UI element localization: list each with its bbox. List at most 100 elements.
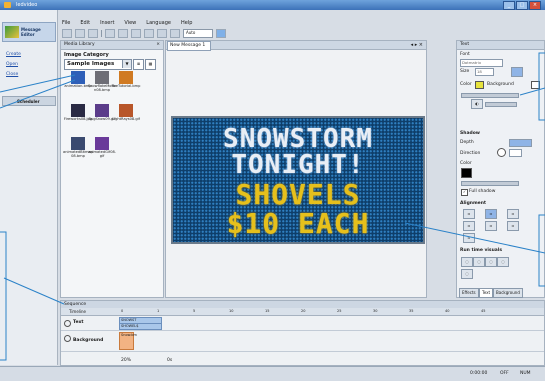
timeline-row-text[interactable]: Text SNOWST SHOWEL$ xyxy=(61,316,544,331)
grid-view-button[interactable]: ▦ xyxy=(145,59,156,70)
thumbnail-caption: animatedGif08.gif xyxy=(88,150,116,158)
sign-line-4: $10 EACH xyxy=(226,207,370,240)
thumbnail-image xyxy=(71,104,85,117)
scheduler-nav-button[interactable]: Scheduler xyxy=(2,96,56,106)
media-library-close-icon[interactable]: × xyxy=(156,41,160,49)
thumbnail-image xyxy=(71,137,85,150)
status-time: 0:00:00 xyxy=(470,371,488,376)
status-caps: OFF xyxy=(500,371,509,376)
text-color-swatch[interactable] xyxy=(475,81,484,89)
visibility-icon[interactable] xyxy=(64,335,71,342)
thumbnail-image xyxy=(95,104,109,117)
image-category-select[interactable]: Sample Images ▼ xyxy=(64,59,132,70)
sequence-timeline-panel: Sequence Timeline 0 1 5 10 15 20 25 30 35 40 45 Te… xyxy=(60,300,545,366)
align-top-left-button[interactable]: ▫ xyxy=(463,209,475,219)
thumbnail-caption: LightRays08.gif xyxy=(112,117,140,121)
opacity-slider[interactable] xyxy=(461,93,519,98)
media-library-header: Media Library × xyxy=(61,41,163,50)
cut-icon[interactable] xyxy=(131,28,141,38)
tab-text[interactable]: Text xyxy=(479,288,494,298)
timeline-row-background[interactable]: Background Snow.bm xyxy=(61,331,544,352)
runtime-visual-5-button[interactable]: ◌ xyxy=(461,269,473,279)
align-icon[interactable]: ◐ xyxy=(471,99,483,109)
media-thumbnail[interactable]: FireTutorial.bmp xyxy=(111,71,141,101)
row-text-label: Text xyxy=(73,320,84,325)
zoom-select[interactable]: Auto xyxy=(183,28,213,38)
menu-edit[interactable]: Edit xyxy=(80,20,90,26)
ruler-tick-label: 40 xyxy=(445,309,450,313)
font-select[interactable]: Dotmatrix xyxy=(460,59,503,67)
close-link[interactable]: Close xyxy=(6,72,18,77)
close-button[interactable]: × xyxy=(529,1,541,10)
timeline-zoom[interactable]: 20% xyxy=(121,358,131,363)
save-icon[interactable] xyxy=(88,28,98,38)
runtime-visual-3-button[interactable]: ◌ xyxy=(485,257,497,267)
background-color-swatch[interactable] xyxy=(531,81,540,89)
maximize-button[interactable]: □ xyxy=(516,1,528,10)
full-shadow-checkbox[interactable]: ✓ xyxy=(461,189,468,196)
spacing-slider[interactable] xyxy=(485,102,517,107)
align-bottom-left-button[interactable]: ▫ xyxy=(463,233,475,243)
clip-background[interactable]: Snow.bm xyxy=(119,332,137,350)
ruler-tick-label: 20 xyxy=(301,309,306,313)
new-icon[interactable] xyxy=(62,28,72,38)
timeline-ruler[interactable]: Timeline 0 1 5 10 15 20 25 30 35 40 45 xyxy=(61,308,544,316)
direction-field[interactable] xyxy=(509,149,522,157)
image-category-value: Sample Images xyxy=(67,61,115,67)
align-middle-right-button[interactable]: ▫ xyxy=(507,221,519,231)
media-thumbnail[interactable]: LightRays08.gif xyxy=(111,104,141,134)
runtime-visual-2-button[interactable]: ◌ xyxy=(473,257,485,267)
menu-file[interactable]: File xyxy=(62,20,70,26)
align-middle-center-button[interactable]: ▫ xyxy=(485,221,497,231)
menu-insert[interactable]: Insert xyxy=(100,20,114,26)
align-top-right-button[interactable]: ▫ xyxy=(507,209,519,219)
shadow-color-label: Color xyxy=(460,161,472,166)
align-middle-left-button[interactable]: ▫ xyxy=(463,221,475,231)
timeline-label: Timeline xyxy=(69,309,87,314)
tab-new-message[interactable]: New Message 1 xyxy=(167,41,211,51)
media-library-title: Media Library xyxy=(64,42,95,47)
alignment-label: Alignment xyxy=(460,201,487,206)
media-thumbnail[interactable]: animatedGif08.gif xyxy=(87,137,117,167)
size-preset-button[interactable] xyxy=(511,67,523,77)
led-sign-preview[interactable]: SNOWSTORM TONIGHT! SHOVELS $10 EACH xyxy=(171,116,425,244)
align-top-center-button[interactable]: ▫ xyxy=(485,209,497,219)
message-editor-nav-button[interactable]: Message Editor xyxy=(2,22,56,42)
redo-icon[interactable] xyxy=(118,28,128,38)
text-panel-title: Text xyxy=(460,42,470,47)
runtime-visual-4-button[interactable]: ◌ xyxy=(497,257,509,267)
open-link[interactable]: Open xyxy=(6,62,18,67)
size-field[interactable]: 18 xyxy=(475,68,494,76)
undo-icon[interactable] xyxy=(105,28,115,38)
tab-label: New Message 1 xyxy=(170,43,206,48)
paste-icon[interactable] xyxy=(157,28,167,38)
create-link[interactable]: Create xyxy=(6,52,21,57)
depth-field[interactable] xyxy=(509,139,532,147)
minimize-button[interactable]: _ xyxy=(503,1,515,10)
ruler-tick-label: 15 xyxy=(265,309,270,313)
open-icon[interactable] xyxy=(75,28,85,38)
copy-icon[interactable] xyxy=(144,28,154,38)
tab-background[interactable]: Background xyxy=(493,288,523,298)
tab-close-icon[interactable]: ◂ ▸ × xyxy=(411,41,423,49)
shadow-slider[interactable] xyxy=(461,181,519,186)
message-editor-label: Message Editor xyxy=(21,27,41,37)
message-editor-icon xyxy=(5,26,19,38)
toolbar-separator xyxy=(101,29,102,37)
tab-effects[interactable]: Effects xyxy=(459,288,479,298)
runtime-visual-1-button[interactable]: ◌ xyxy=(461,257,473,267)
media-library-panel: Media Library × Image Category Sample Im… xyxy=(60,40,164,298)
menu-view[interactable]: View xyxy=(124,20,136,26)
direction-dial[interactable] xyxy=(497,148,506,157)
status-num: NUM xyxy=(520,371,531,376)
visibility-icon[interactable] xyxy=(64,320,71,327)
list-view-button[interactable]: ≣ xyxy=(133,59,144,70)
menu-help[interactable]: Help xyxy=(181,20,192,26)
menu-language[interactable]: Language xyxy=(146,20,171,26)
ruler-tick-label: 5 xyxy=(193,309,196,313)
zoom-icon[interactable] xyxy=(170,28,180,38)
clip-shovels[interactable]: SHOWEL$ xyxy=(119,323,162,330)
full-shadow-label: Full shadow xyxy=(469,189,496,194)
shadow-color-swatch[interactable] xyxy=(461,168,472,178)
play-icon[interactable] xyxy=(216,28,226,38)
